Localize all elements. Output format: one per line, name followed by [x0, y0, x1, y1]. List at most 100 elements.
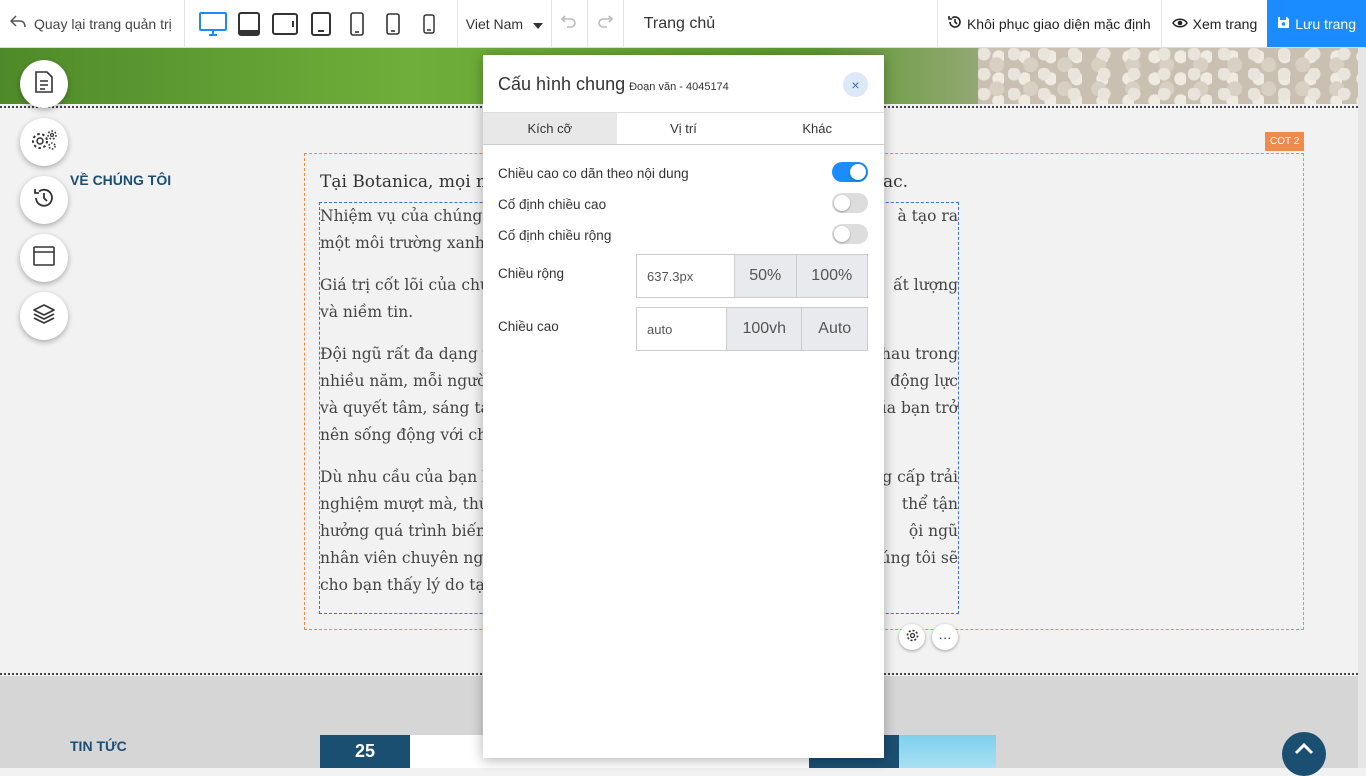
fixed-height-toggle[interactable]	[832, 193, 868, 213]
phone-medium-icon[interactable]	[379, 9, 407, 39]
paragraph-line: Nhiệm vụ của chúng tô	[320, 207, 503, 225]
reply-arrow-icon	[9, 15, 26, 32]
history-icon	[33, 187, 55, 214]
close-icon: ×	[851, 76, 860, 93]
column-badge: COT 2	[1265, 132, 1305, 151]
document-icon	[35, 70, 53, 98]
paragraph-line: nhiều năm, mỗi người c	[320, 372, 505, 390]
desktop-icon[interactable]	[198, 9, 227, 39]
dialog-title-text: Cấu hình chung	[498, 74, 626, 94]
tab-other[interactable]: Khác	[750, 113, 884, 144]
close-button[interactable]: ×	[843, 72, 868, 97]
tablet-landscape-icon[interactable]	[235, 9, 263, 39]
document-tool-button[interactable]	[20, 60, 68, 108]
preview-label: Xem trang	[1192, 15, 1258, 32]
restore-default-button[interactable]: Khôi phục giao diện mặc định	[936, 0, 1161, 47]
paragraph-line: Đội ngũ rất đa dạng và	[320, 345, 501, 363]
block-more-button[interactable]: ···	[932, 624, 958, 650]
paragraph-line: g cấp trải	[882, 468, 958, 486]
dialog-tabs: Kích cỡ Vị trí Khác	[483, 113, 884, 145]
paragraph-line: và quyết tâm, sáng tạo	[320, 399, 500, 417]
fixed-height-option: Cố định chiều cao	[498, 193, 868, 213]
tab-size[interactable]: Kích cỡ	[483, 113, 617, 144]
dialog-header: Cấu hình chung Đoạn văn - 4045174 ×	[483, 55, 884, 113]
paragraph-line: Dù nhu cầu của bạn là	[320, 468, 497, 486]
height-control: 100vh Auto	[636, 307, 868, 351]
undo-button[interactable]	[552, 0, 588, 47]
redo-button[interactable]	[588, 0, 624, 47]
redo-icon	[597, 13, 614, 34]
news-date-badge: 25	[320, 735, 410, 768]
block-settings-button[interactable]	[899, 624, 925, 650]
language-value: Viet Nam	[465, 15, 524, 32]
tab-position[interactable]: Vị trí	[617, 113, 751, 144]
option-label: Chiều cao co dãn theo nội dung	[498, 166, 689, 181]
height-input[interactable]	[637, 308, 726, 350]
layout-tool-button[interactable]	[20, 234, 68, 282]
phone-small-icon[interactable]	[415, 9, 443, 39]
paragraph-line: Giá trị cốt lõi của chúng	[320, 276, 510, 294]
lead-text: Tại Botanica, mọi ngư	[320, 172, 509, 192]
general-config-dialog: Cấu hình chung Đoạn văn - 4045174 × Kích …	[483, 55, 884, 758]
about-section-title: VỀ CHÚNG TÔI	[70, 172, 172, 188]
editor-toolbar: Quay lại trang quản trị Viet Nam Trang c…	[0, 0, 1366, 48]
fixed-width-option: Cố định chiều rộng	[498, 224, 868, 244]
layout-icon	[33, 245, 55, 271]
width-input[interactable]	[637, 255, 734, 297]
pebbles-image	[978, 48, 1358, 104]
dialog-title: Cấu hình chung Đoạn văn - 4045174	[498, 74, 729, 95]
page-title: Trang chủ	[643, 14, 716, 32]
save-label: Lưu trang	[1295, 15, 1356, 32]
gear-icon	[906, 629, 919, 645]
width-50-button[interactable]: 50%	[734, 255, 796, 297]
dialog-subtitle: Đoạn văn - 4045174	[629, 81, 729, 93]
eye-icon	[1171, 16, 1188, 32]
auto-height-option: Chiều cao co dãn theo nội dung	[498, 162, 868, 182]
tablet-wide-icon[interactable]	[271, 9, 299, 39]
paragraph-line: hau trong	[880, 345, 958, 363]
undo-icon	[561, 13, 577, 34]
paragraph-line: cho bạn thấy lý do tại s	[320, 576, 503, 594]
auto-height-toggle[interactable]	[832, 162, 868, 182]
news-thumbnail-image[interactable]	[899, 735, 996, 768]
paragraph-line: nên sống động với chún	[320, 426, 508, 444]
floppy-icon	[1277, 16, 1290, 32]
phone-large-icon[interactable]	[343, 9, 371, 39]
paragraph-line: và niềm tin.	[320, 303, 414, 321]
paragraph-line: ội ngũ	[908, 522, 958, 540]
lead-text-end: ac.	[883, 172, 909, 192]
back-label: Quay lại trang quản trị	[34, 15, 172, 32]
layers-tool-button[interactable]	[20, 292, 68, 340]
paragraph-line: hưởng quá trình biến đ	[320, 522, 501, 540]
layers-icon	[32, 303, 56, 330]
tablet-portrait-icon[interactable]	[307, 9, 335, 39]
scroll-to-top-button[interactable]	[1282, 732, 1326, 776]
language-select[interactable]: Viet Nam	[458, 0, 552, 47]
fixed-width-toggle[interactable]	[832, 224, 868, 244]
history-icon	[948, 15, 962, 32]
height-auto-button[interactable]: Auto	[801, 308, 867, 350]
restore-label: Khôi phục giao diện mặc định	[966, 15, 1151, 32]
paragraph-line: ất lượng	[893, 276, 958, 294]
paragraph-line: thể tận	[901, 495, 958, 513]
width-control: 50% 100%	[636, 254, 868, 298]
settings-icon	[30, 129, 58, 156]
paragraph-line: úng tôi sẽ	[880, 549, 958, 567]
chevron-up-icon	[1294, 742, 1314, 760]
paragraph-line: nghiệm mượt mà, thú v	[320, 495, 503, 513]
option-label: Cố định chiều rộng	[498, 228, 612, 243]
width-100-button[interactable]: 100%	[795, 255, 867, 297]
paragraph-line: động lực	[890, 372, 958, 390]
history-tool-button[interactable]	[20, 176, 68, 224]
settings-tool-button[interactable]	[20, 118, 68, 166]
news-section-title: TIN TỨC	[70, 738, 127, 754]
preview-button[interactable]: Xem trang	[1160, 0, 1268, 47]
height-100vh-button[interactable]: 100vh	[726, 308, 802, 350]
page-scrollbar[interactable]	[1358, 48, 1366, 768]
back-to-admin-button[interactable]: Quay lại trang quản trị	[0, 0, 185, 47]
option-label: Cố định chiều cao	[498, 197, 607, 212]
ellipsis-icon: ···	[938, 629, 952, 645]
device-switcher	[185, 0, 458, 47]
save-page-button[interactable]: Lưu trang	[1267, 0, 1366, 47]
paragraph-line: nhân viên chuyên nghiệ	[320, 549, 508, 567]
